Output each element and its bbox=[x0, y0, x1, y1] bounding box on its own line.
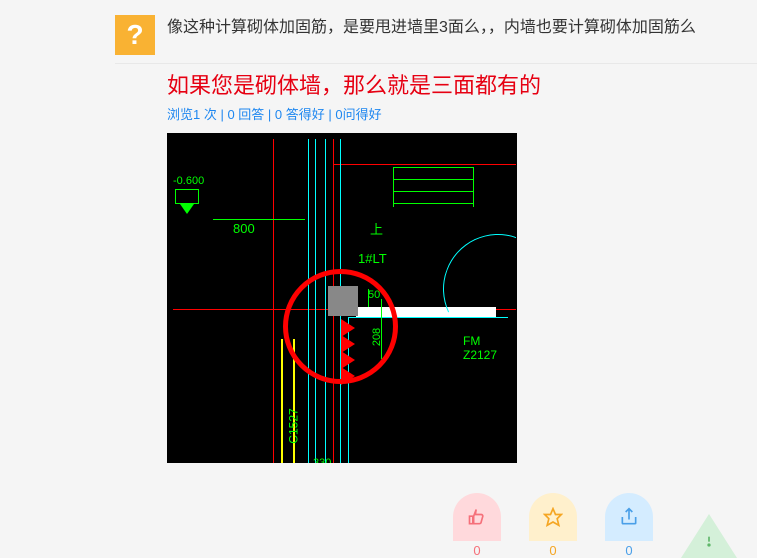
question-stats: 浏览1 次 | 0 回答 | 0 答得好 | 0问得好 bbox=[167, 104, 757, 123]
report-button[interactable] bbox=[681, 514, 737, 558]
dim-330: 330 bbox=[313, 457, 331, 463]
views-stat[interactable]: 浏览1 次 bbox=[167, 107, 217, 122]
good-question-stat[interactable]: 0问得好 bbox=[335, 107, 381, 122]
thumbs-up-icon bbox=[453, 493, 501, 541]
label-fm: FM Z2127 bbox=[463, 334, 516, 362]
share-button[interactable]: 0 bbox=[605, 493, 653, 558]
label-lt: 1#LT bbox=[358, 251, 387, 266]
cad-drawing-image: -0.600 800 50 208 1#LT 上 FM Z2127 C1527 … bbox=[167, 133, 517, 463]
answers-stat[interactable]: 0 回答 bbox=[227, 107, 264, 122]
elevation-marker bbox=[175, 189, 199, 204]
action-bar: 0 0 0 bbox=[453, 493, 737, 558]
share-count: 0 bbox=[625, 543, 632, 558]
elevation-value: -0.600 bbox=[173, 175, 204, 187]
dim-800: 800 bbox=[233, 221, 255, 236]
answer-overlay-text: 如果您是砌体墙，那么就是三面都有的 bbox=[167, 68, 757, 100]
share-icon bbox=[605, 493, 653, 541]
favorite-count: 0 bbox=[549, 543, 556, 558]
warning-icon bbox=[681, 514, 737, 558]
label-up: 上 bbox=[370, 219, 383, 238]
highlight-circle bbox=[283, 269, 398, 384]
like-count: 0 bbox=[473, 543, 480, 558]
question-icon: ? bbox=[115, 15, 155, 55]
favorite-button[interactable]: 0 bbox=[529, 493, 577, 558]
label-c: C1527 bbox=[287, 408, 301, 443]
star-icon bbox=[529, 493, 577, 541]
like-button[interactable]: 0 bbox=[453, 493, 501, 558]
question-title: 像这种计算砌体加固筋，是要甩进墙里3面么，，内墙也要计算砌体加固筋么 bbox=[167, 15, 696, 41]
good-answers-stat[interactable]: 0 答得好 bbox=[275, 107, 325, 122]
